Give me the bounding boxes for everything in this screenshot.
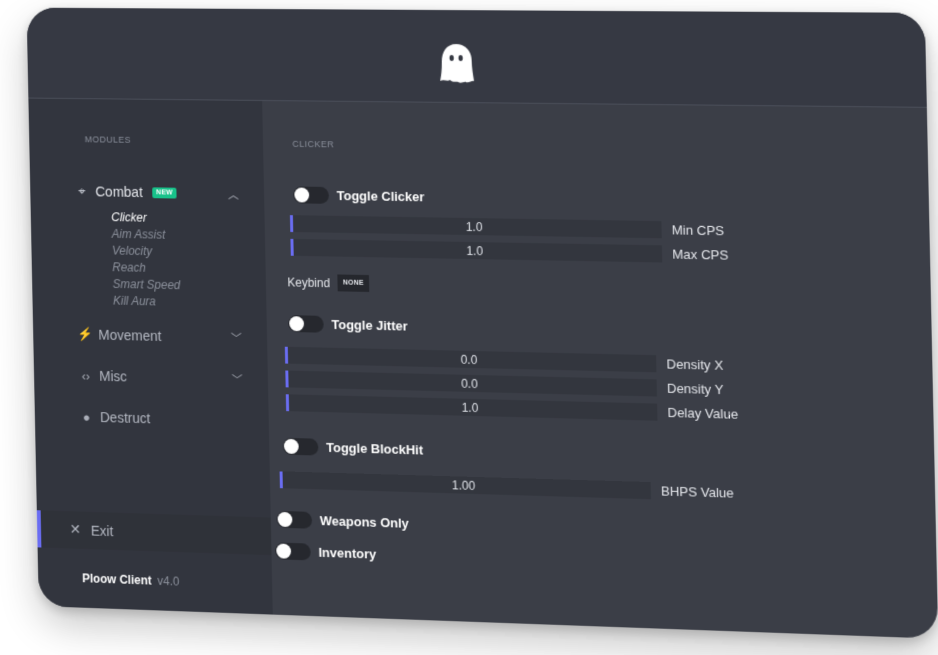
- stage: MODULES ⌖ Combat NEW ︿ Clicker Aim Assis…: [0, 0, 938, 655]
- sidebar: MODULES ⌖ Combat NEW ︿ Clicker Aim Assis…: [28, 98, 273, 615]
- close-icon: ✕: [69, 521, 82, 538]
- sidebar-item-clicker[interactable]: Clicker: [111, 210, 147, 224]
- chevron-down-icon[interactable]: ﹀: [232, 372, 243, 388]
- toggle-knob: [283, 438, 299, 455]
- crosshair-icon: ⌖: [78, 183, 86, 199]
- density-x-slider: 0.0 Density X: [284, 346, 724, 374]
- delay-value-track[interactable]: 1.0: [285, 394, 658, 421]
- sidebar-item-reach[interactable]: Reach: [112, 260, 146, 274]
- delay-value-slider: 1.0 Delay Value: [285, 394, 739, 423]
- min-cps-label: Min CPS: [671, 222, 725, 239]
- density-y-slider: 0.0 Density Y: [285, 370, 724, 398]
- exit-label: Exit: [90, 522, 114, 540]
- min-cps-value: 1.0: [465, 219, 483, 235]
- toggle-clicker-switch[interactable]: [293, 186, 329, 204]
- section-title: CLICKER: [292, 138, 335, 150]
- keybind-button[interactable]: NONE: [337, 274, 370, 292]
- toggle-jitter-switch[interactable]: [288, 315, 324, 333]
- new-badge: NEW: [152, 186, 177, 199]
- min-cps-track[interactable]: 1.0: [289, 215, 662, 239]
- sidebar-category-destruct[interactable]: ● Destruct: [79, 407, 151, 429]
- toggle-jitter-label: Toggle Jitter: [331, 317, 408, 334]
- toggle-inventory-switch[interactable]: [275, 542, 311, 561]
- toggle-blockhit-label: Toggle BlockHit: [326, 439, 424, 458]
- chevron-down-icon[interactable]: ﹀: [231, 331, 242, 347]
- bhps-value-track[interactable]: 1.00: [279, 471, 651, 500]
- sidebar-category-misc[interactable]: ‹› Misc: [78, 366, 127, 387]
- toggle-knob: [276, 543, 292, 559]
- toggle-inventory-row: Inventory: [275, 542, 376, 562]
- density-x-label: Density X: [666, 356, 724, 373]
- max-cps-track[interactable]: 1.0: [290, 238, 663, 263]
- density-y-value: 0.0: [460, 376, 478, 392]
- sidebar-item-kill-aura[interactable]: Kill Aura: [113, 294, 156, 309]
- max-cps-value: 1.0: [466, 243, 484, 259]
- keybind-row: Keybind NONE: [287, 274, 370, 292]
- toggle-knob: [294, 187, 310, 203]
- bomb-icon: ●: [82, 409, 91, 425]
- exit-button[interactable]: ✕ Exit: [36, 510, 272, 556]
- toggle-knob: [277, 511, 293, 528]
- category-label: Movement: [98, 326, 162, 344]
- toggle-weapons-only-row: Weapons Only: [276, 510, 409, 532]
- version-label: v4.0: [157, 573, 180, 589]
- category-label: Destruct: [99, 409, 151, 427]
- sidebar-category-combat[interactable]: ⌖ Combat NEW: [74, 181, 177, 202]
- max-cps-slider: 1.0 Max CPS: [290, 238, 729, 264]
- sidebar-item-aim-assist[interactable]: Aim Assist: [112, 227, 166, 242]
- min-cps-slider: 1.0 Min CPS: [289, 215, 725, 239]
- density-x-track[interactable]: 0.0: [284, 346, 657, 373]
- toggle-blockhit-switch[interactable]: [282, 437, 319, 456]
- toggle-jitter-row: Toggle Jitter: [288, 315, 408, 334]
- toggle-weapons-only-switch[interactable]: [276, 510, 313, 529]
- toggle-clicker-label: Toggle Clicker: [336, 188, 425, 205]
- category-label: Combat: [95, 183, 143, 200]
- code-icon: ‹›: [81, 368, 91, 383]
- density-x-value: 0.0: [460, 352, 478, 368]
- chevron-up-icon[interactable]: ︿: [228, 186, 239, 202]
- client-window: MODULES ⌖ Combat NEW ︿ Clicker Aim Assis…: [26, 7, 938, 639]
- density-y-label: Density Y: [666, 380, 724, 398]
- density-y-track[interactable]: 0.0: [285, 370, 657, 397]
- bhps-value-slider: 1.00 BHPS Value: [279, 471, 734, 501]
- modules-label: MODULES: [84, 134, 132, 145]
- header-bar: [26, 7, 927, 108]
- category-label: Misc: [99, 367, 128, 385]
- max-cps-label: Max CPS: [672, 246, 729, 263]
- inventory-label: Inventory: [318, 544, 377, 562]
- delay-value-value: 1.0: [461, 400, 479, 416]
- bhps-value-value: 1.00: [451, 478, 476, 493]
- run-icon: ⚡: [77, 326, 93, 342]
- toggle-knob: [289, 316, 305, 332]
- brand: Ploow Client v4.0: [82, 571, 179, 588]
- sidebar-item-smart-speed[interactable]: Smart Speed: [113, 277, 181, 292]
- keybind-label: Keybind: [287, 274, 331, 290]
- delay-value-label: Delay Value: [667, 404, 739, 422]
- sidebar-category-movement[interactable]: ⚡ Movement: [77, 324, 162, 346]
- brand-name: Ploow Client: [82, 571, 152, 588]
- module-settings: CLICKER Toggle Clicker 1.0 Min CPS 1.0 M…: [262, 101, 938, 639]
- sidebar-item-velocity[interactable]: Velocity: [112, 244, 152, 258]
- weapons-only-label: Weapons Only: [319, 513, 409, 531]
- bhps-value-label: BHPS Value: [660, 483, 734, 501]
- exit-accent-bar: [36, 510, 42, 548]
- ghost-icon: [440, 44, 475, 83]
- toggle-clicker-row: Toggle Clicker: [293, 186, 424, 205]
- toggle-blockhit-row: Toggle BlockHit: [282, 437, 424, 459]
